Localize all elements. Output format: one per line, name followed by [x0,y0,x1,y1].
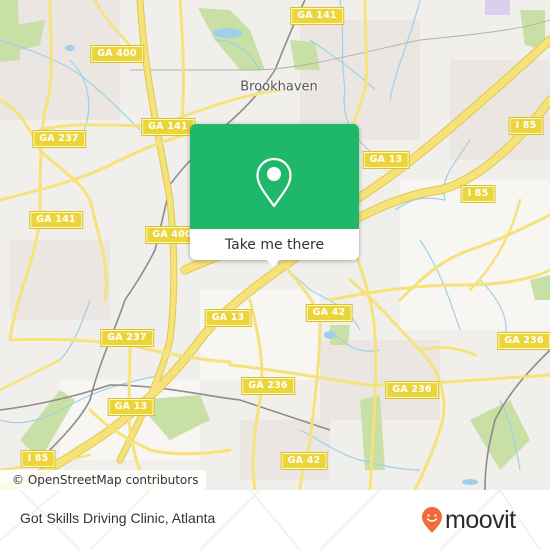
moovit-pin-icon [422,507,442,533]
brand-wordmark: moovit [445,505,516,534]
popup-header [190,124,359,229]
road-shield: GA 400 [90,45,144,63]
popup-pointer [266,259,280,267]
road-shield: GA 42 [280,452,328,470]
place-name: Got Skills Driving Clinic, Atlanta [20,510,216,526]
road-shield: GA 236 [241,377,295,395]
road-shield: I 85 [460,185,496,203]
road-shield: GA 236 [497,332,550,350]
road-shield: GA 236 [385,381,439,399]
location-popup: Take me there [190,124,359,267]
road-shield: GA 13 [107,398,155,416]
moovit-logo[interactable]: moovit [421,502,516,538]
road-shield: GA 42 [305,304,353,322]
road-shield: GA 141 [290,7,344,25]
take-me-there-button[interactable]: Take me there [190,229,359,260]
road-shield: GA 141 [29,211,83,229]
road-shield: GA 237 [32,130,86,148]
road-shield: GA 13 [362,151,410,169]
road-shield: GA 141 [141,118,195,136]
road-shield: I 85 [508,117,544,135]
road-shield: GA 237 [100,329,154,347]
map-attribution[interactable]: © OpenStreetMap contributors [0,470,207,490]
place-label-brookhaven: Brookhaven [240,79,318,95]
road-shield: I 85 [20,450,56,468]
industrial-area [485,0,510,15]
footer-bar: Got Skills Driving Clinic, Atlanta moovi… [0,490,550,550]
road-shield: GA 13 [204,309,252,327]
map-pin-icon [256,157,292,208]
map-view[interactable]: Brookhaven GA 141 GA 400 GA 237 GA 141 G… [0,0,550,490]
